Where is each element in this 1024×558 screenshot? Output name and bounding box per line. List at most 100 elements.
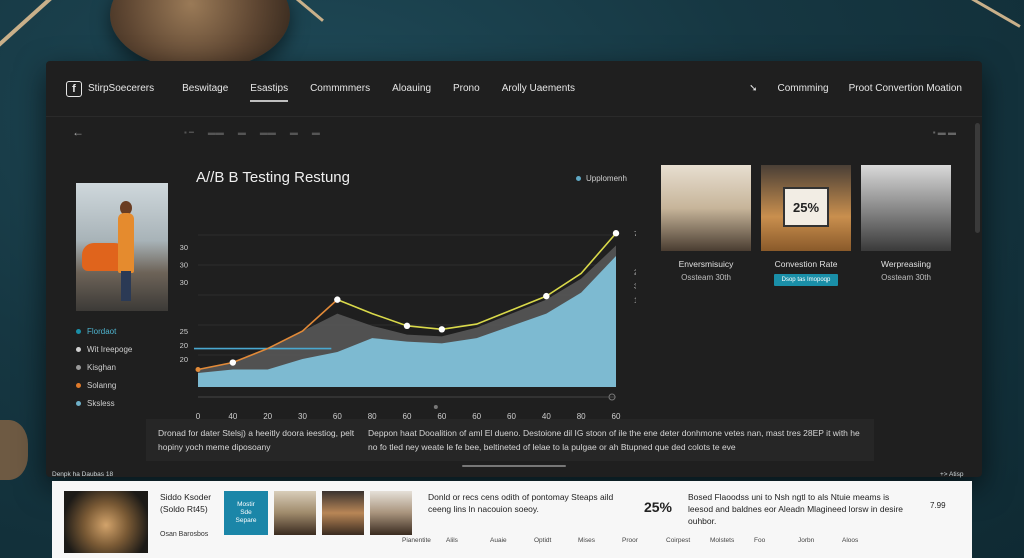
legend-item[interactable]: Kisghan bbox=[76, 363, 168, 372]
bottom-photo[interactable] bbox=[322, 491, 364, 535]
nav-link-aloauing[interactable]: Aloauing bbox=[392, 83, 431, 94]
result-cards: Enversmisuicy Ossteam 30th 25% Convestio… bbox=[661, 165, 951, 286]
background-rock bbox=[0, 420, 28, 480]
column-label[interactable]: Alils bbox=[446, 537, 490, 544]
card-badge: 25% bbox=[783, 187, 829, 227]
legend-label: Kisghan bbox=[87, 363, 116, 372]
chart-legend-label: Upplomenh bbox=[586, 174, 627, 183]
chart-legend: Upplomenh bbox=[576, 174, 627, 183]
nav-link-commming[interactable]: Commming bbox=[777, 83, 828, 94]
bottom-photo[interactable] bbox=[370, 491, 412, 535]
bottom-percentage: 25% bbox=[643, 499, 673, 515]
y-tick-label-right: 3.6% bbox=[634, 282, 636, 291]
card-title: Convestion Rate bbox=[774, 259, 838, 269]
data-point bbox=[334, 296, 341, 303]
subbar-marker: ▪ ▬ ▬ bbox=[932, 127, 956, 137]
nav-link-esastips[interactable]: Esastips bbox=[250, 83, 288, 102]
brand-name[interactable]: StirpSoecerers bbox=[88, 83, 154, 94]
status-right[interactable]: +> Atisp bbox=[940, 471, 964, 478]
y-tick-label: 20 bbox=[180, 355, 188, 364]
nav-link-proot[interactable]: Proot Convertion Moation bbox=[849, 83, 962, 94]
background-coin bbox=[110, 0, 290, 70]
y-tick-label: 20 bbox=[180, 341, 188, 350]
bottom-handle: (Soldo Rt45) bbox=[160, 504, 208, 514]
result-card[interactable]: Enversmisuicy Ossteam 30th bbox=[661, 165, 751, 286]
column-label[interactable]: Optidt bbox=[534, 537, 578, 544]
description-box: Dronad for dater Stelsj) a heeitly doora… bbox=[146, 419, 874, 461]
facebook-icon[interactable]: f bbox=[66, 80, 82, 97]
subbar-marker: ▬▬ bbox=[259, 127, 276, 137]
legend-item[interactable]: Wit Ireepoge bbox=[76, 345, 168, 354]
legend-item[interactable]: Flordaot bbox=[76, 327, 168, 336]
data-point bbox=[612, 230, 620, 237]
subbar-marker: ▪ ━ bbox=[184, 127, 194, 137]
description-col1: Dronad for dater Stelsj) a heeitly doora… bbox=[158, 428, 355, 452]
nav-link-prono[interactable]: Prono bbox=[453, 83, 480, 94]
legend-dot bbox=[76, 365, 81, 370]
background-rope bbox=[967, 0, 1021, 28]
column-label[interactable]: Coirpest bbox=[666, 537, 710, 544]
horizontal-scroll-indicator[interactable] bbox=[462, 465, 566, 467]
data-point bbox=[543, 292, 550, 300]
nav-link-beswitage[interactable]: Beswitage bbox=[182, 83, 228, 94]
column-label[interactable]: Auaie bbox=[490, 537, 534, 544]
column-label[interactable]: Mises bbox=[578, 537, 622, 544]
subbar-marker: ▬ bbox=[311, 127, 320, 137]
nav-link-arolly[interactable]: Arolly Uaements bbox=[502, 83, 575, 94]
legend-item[interactable]: Sksless bbox=[76, 399, 168, 408]
y-tick-label-right: 10% bbox=[634, 296, 636, 305]
bottom-tile[interactable]: Mostir Sde Separe bbox=[224, 491, 268, 535]
card-thumbnail bbox=[661, 165, 751, 251]
top-nav: f StirpSoecerers Beswitage Esastips Comm… bbox=[46, 61, 982, 117]
column-label[interactable]: Pianentite bbox=[402, 537, 446, 544]
data-point bbox=[438, 326, 446, 333]
tile-line: Sde bbox=[240, 509, 252, 516]
column-label[interactable]: Molstets bbox=[710, 537, 754, 544]
column-label[interactable]: Jorbn bbox=[798, 537, 842, 544]
legend-dot bbox=[76, 329, 81, 334]
y-tick-label: 25 bbox=[180, 327, 188, 336]
bottom-number: 7.99 bbox=[930, 501, 946, 510]
cursor-arrow-icon[interactable]: ➘ bbox=[749, 83, 757, 94]
data-point bbox=[403, 322, 411, 330]
column-label[interactable]: Proor bbox=[622, 537, 666, 544]
subbar-marker: ▬▬ bbox=[207, 127, 224, 137]
card-button[interactable]: Dsop tas Imopoqp bbox=[774, 274, 838, 286]
back-arrow-icon[interactable]: ← bbox=[72, 125, 84, 139]
tile-line: Mostir bbox=[237, 501, 255, 508]
bottom-name-block: Siddo Ksoder (Soldo Rt45) Osan Barosbos bbox=[160, 491, 224, 541]
y-tick-label: 30 bbox=[180, 243, 188, 252]
person-body bbox=[118, 213, 134, 273]
legend-dot bbox=[76, 383, 81, 388]
bottom-photo[interactable] bbox=[274, 491, 316, 535]
bottom-thumbnail bbox=[64, 491, 148, 553]
background-rope bbox=[0, 0, 93, 64]
legend-item[interactable]: Solanng bbox=[76, 381, 168, 390]
result-card[interactable]: Werpreasiing Ossteam 30th bbox=[861, 165, 951, 286]
card-title: Werpreasiing bbox=[881, 259, 931, 269]
legend-label: Solanng bbox=[87, 381, 117, 390]
chart-title: A//B B Testing Restung bbox=[196, 169, 350, 186]
bottom-description: Donld or recs cens odith of pontomay Ste… bbox=[428, 492, 614, 514]
y-tick-label-right: 25% bbox=[634, 268, 636, 277]
card-thumbnail bbox=[861, 165, 951, 251]
y-tick-label: 30 bbox=[180, 261, 188, 270]
bottom-caption: Osan Barosbos bbox=[160, 531, 209, 538]
column-label[interactable]: Foo bbox=[754, 537, 798, 544]
legend-label: Wit Ireepoge bbox=[87, 345, 133, 354]
y-tick-label-right: 7.6% bbox=[634, 229, 636, 238]
bottom-name: Siddo Ksoder bbox=[160, 492, 212, 502]
card-subtitle: Ossteam 30th bbox=[881, 273, 931, 282]
bottom-description-2: Bosed Flaoodss uni to Nsh ngtl to als Nt… bbox=[688, 492, 904, 526]
subbar-marker: ▬ bbox=[289, 127, 298, 137]
card-subtitle: Ossteam 30th bbox=[681, 273, 731, 282]
tile-line: Separe bbox=[235, 517, 257, 524]
subbar-marker: ▬ bbox=[237, 127, 246, 137]
column-label[interactable]: Aloos bbox=[842, 537, 886, 544]
nav-link-commmmers[interactable]: Commmmers bbox=[310, 83, 370, 94]
nav-right: ➘ Commming Proot Convertion Moation bbox=[749, 83, 962, 94]
status-left: Denpk ha Daubas 18 bbox=[52, 471, 114, 478]
vertical-scrollbar[interactable] bbox=[975, 123, 980, 233]
app-window: f StirpSoecerers Beswitage Esastips Comm… bbox=[46, 61, 982, 477]
result-card[interactable]: 25% Convestion Rate Dsop tas Imopoqp bbox=[761, 165, 851, 286]
